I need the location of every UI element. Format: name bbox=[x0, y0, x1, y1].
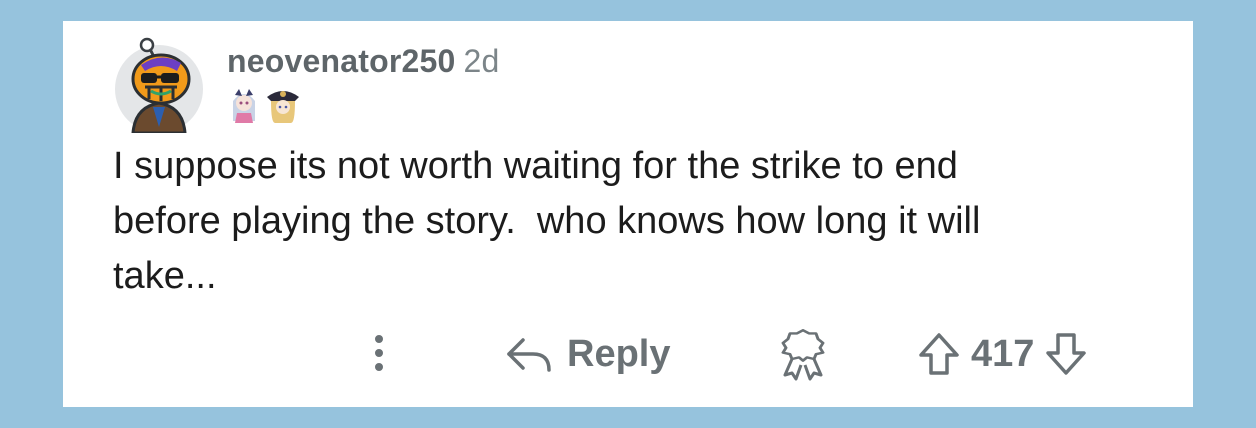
more-vertical-icon bbox=[375, 335, 383, 371]
award-button[interactable] bbox=[777, 329, 829, 381]
comment-header: neovenator250 2d bbox=[227, 43, 499, 80]
vote-score: 417 bbox=[971, 332, 1035, 375]
more-options-button[interactable] bbox=[365, 331, 393, 375]
comment-card: neovenator250 2d I suppose its not worth … bbox=[63, 21, 1193, 407]
flair-character-2-icon bbox=[265, 87, 301, 123]
user-flair bbox=[229, 87, 301, 123]
flair-character-1-icon bbox=[229, 87, 259, 123]
author-username[interactable]: neovenator250 bbox=[227, 43, 455, 79]
vote-controls: 417 bbox=[917, 329, 1088, 379]
award-icon bbox=[781, 329, 825, 381]
downvote-arrow-icon[interactable] bbox=[1044, 331, 1088, 377]
comment-body: I suppose its not worth waiting for the … bbox=[113, 145, 981, 297]
reply-arrow-icon bbox=[507, 338, 551, 372]
comment-age: 2d bbox=[463, 43, 500, 79]
upvote-arrow-icon[interactable] bbox=[917, 331, 961, 377]
reply-label: Reply bbox=[567, 332, 671, 375]
reply-button[interactable]: Reply bbox=[505, 331, 670, 377]
avatar[interactable] bbox=[111, 37, 207, 135]
snoo-avatar-icon bbox=[115, 37, 203, 135]
